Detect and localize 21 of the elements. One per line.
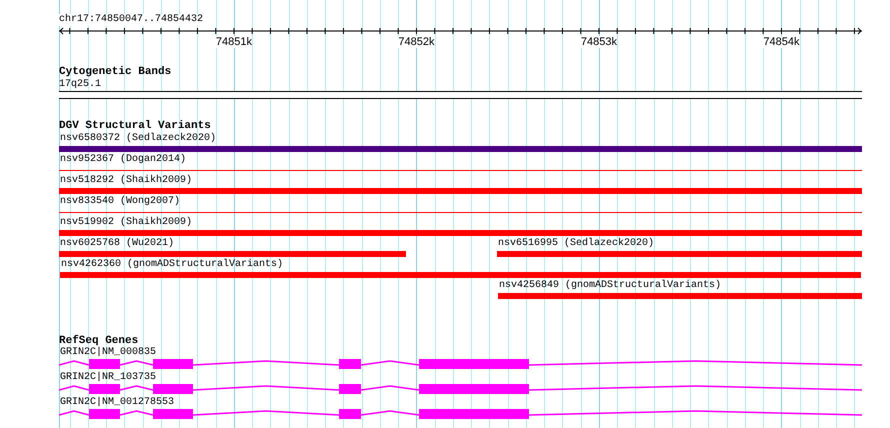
variant-label: nsv6580372 (Sedlazeck2020) (59, 133, 216, 145)
tick-label: 74853k (580, 36, 617, 48)
variant-label: nsv952367 (Dogan2014) (59, 154, 186, 166)
location-label: chr17:74850047..74854432 (59, 14, 204, 26)
band-label: 17q25.1 (59, 79, 102, 91)
variant-label: nsv833540 (Wong2007) (59, 196, 180, 208)
tick-label: 74852k (398, 36, 434, 48)
gene-label: GRIN2C|NR_103735 (59, 372, 156, 383)
variant-label: nsv4262360 (gnomADStructuralVariants) (60, 259, 284, 271)
tick-label: 74851k (216, 36, 252, 48)
track-title: RefSeq Genes (59, 335, 138, 347)
tick-label: 74854k (763, 36, 800, 48)
gene-label: GRIN2C|NM_000835 (59, 347, 156, 358)
variant-label: nsv518292 (Shaikh2009) (59, 175, 192, 187)
variant-label: nsv519902 (Shaikh2009) (59, 217, 192, 229)
track-title: DGV Structural Variants (59, 120, 211, 132)
track-title: Cytogenetic Bands (59, 66, 172, 79)
variant-label: nsv4256849 (gnomADStructuralVariants) (498, 280, 722, 292)
variant-label: nsv6025768 (Wu2021) (59, 238, 174, 250)
gene-label: GRIN2C|NM_001278553 (59, 397, 174, 408)
variant-label: nsv6516995 (Sedlazeck2020) (497, 238, 654, 250)
